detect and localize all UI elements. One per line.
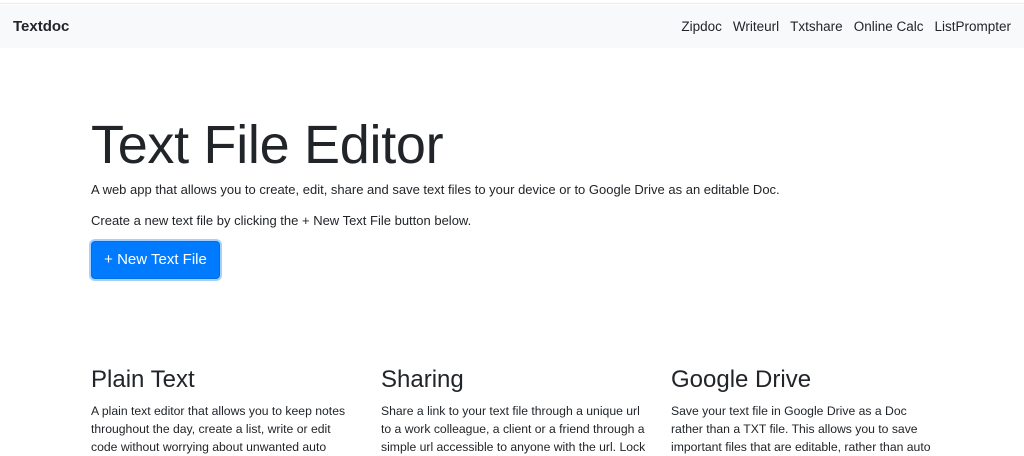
feature-plain-text: Plain Text A plain text editor that allo…	[91, 366, 361, 456]
brand-link[interactable]: Textdoc	[13, 18, 69, 36]
feature-line: simple url accessible to anyone with the…	[381, 440, 646, 454]
feature-sharing: Sharing Share a link to your text file t…	[381, 366, 651, 456]
feature-description: Save your text file in Google Drive as a…	[671, 402, 941, 456]
hero-lead-text: A web app that allows you to create, edi…	[91, 182, 780, 197]
nav-link-txtshare[interactable]: Txtshare	[790, 18, 843, 36]
page-title: Text File Editor	[91, 115, 444, 175]
feature-google-drive: Google Drive Save your text file in Goog…	[671, 366, 941, 456]
nav-link-online-calc[interactable]: Online Calc	[854, 18, 924, 36]
hero-hint-text: Create a new text file by clicking the +…	[91, 213, 472, 228]
hero-section: Text File Editor A web app that allows y…	[91, 113, 951, 279]
feature-description: Share a link to your text file through a…	[381, 402, 651, 456]
feature-title: Sharing	[381, 366, 464, 393]
feature-title: Google Drive	[671, 366, 812, 393]
feature-line: important files that are editable, rathe…	[671, 440, 931, 454]
feature-line: code without worrying about unwanted aut…	[91, 440, 327, 454]
feature-line: to a work colleague, a client or a frien…	[381, 422, 645, 436]
feature-description: A plain text editor that allows you to k…	[91, 402, 361, 456]
feature-line: throughout the day, create a list, write…	[91, 422, 331, 436]
navbar: Textdoc Zipdoc Writeurl Txtshare Online …	[0, 5, 1024, 48]
feature-line: A plain text editor that allows you to k…	[91, 404, 346, 418]
nav-link-listprompter[interactable]: ListPrompter	[934, 18, 1011, 36]
feature-line: Share a link to your text file through a…	[381, 404, 640, 418]
feature-line: rather than a TXT file. This allows you …	[671, 422, 918, 436]
nav-links: Zipdoc Writeurl Txtshare Online Calc Lis…	[681, 18, 1011, 36]
nav-link-zipdoc[interactable]: Zipdoc	[681, 18, 722, 36]
feature-line: Save your text file in Google Drive as a…	[671, 404, 907, 418]
top-border	[0, 0, 1024, 4]
feature-title: Plain Text	[91, 366, 195, 393]
nav-link-writeurl[interactable]: Writeurl	[733, 18, 779, 36]
new-text-file-button[interactable]: + New Text File	[91, 241, 220, 279]
